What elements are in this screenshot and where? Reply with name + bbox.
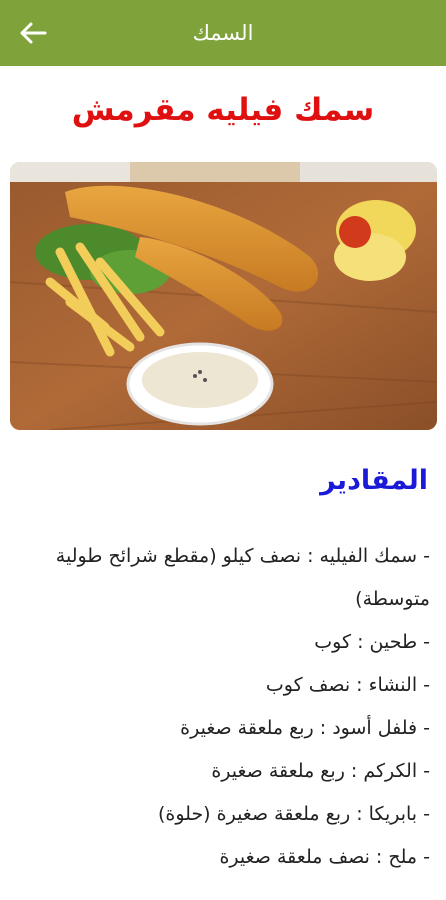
arrow-left-icon[interactable] — [18, 19, 48, 47]
recipe-title: سمك فيليه مقرمش — [71, 92, 375, 128]
recipe-photo — [10, 162, 437, 430]
list-item: - ملح : نصف ملعقة صغيرة — [219, 846, 430, 868]
list-item: - بابريكا : ربع ملعقة صغيرة (حلوة) — [157, 803, 430, 825]
ingredients-heading: المقادير — [320, 465, 428, 496]
list-item: - طحين : كوب — [314, 631, 430, 653]
fish-fillet-photo — [10, 162, 437, 430]
app-bar-title: السمك — [192, 21, 254, 45]
list-item: - الكركم : ربع ملعقة صغيرة — [211, 760, 430, 782]
list-item: - النشاء : نصف كوب — [265, 674, 430, 696]
app-bar: السمك — [0, 0, 446, 66]
ingredients-list: - سمك الفيليه : نصف كيلو (مقطع شرائح طول… — [14, 535, 430, 879]
list-item: - فلفل أسود : ربع ملعقة صغيرة — [180, 717, 430, 739]
list-item: - سمك الفيليه : نصف كيلو (مقطع شرائح طول… — [55, 545, 430, 610]
